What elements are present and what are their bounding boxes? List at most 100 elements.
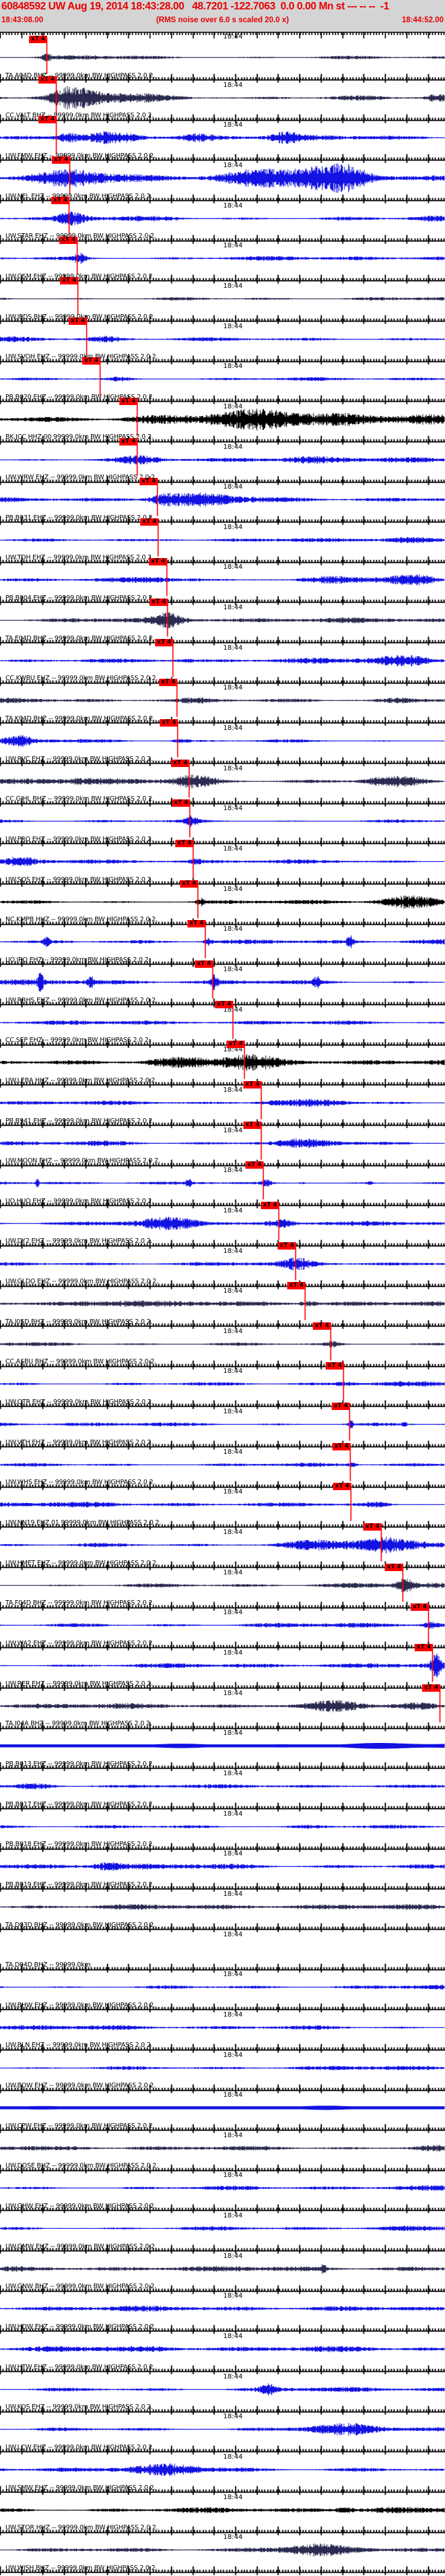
trace-row[interactable]: xT 4 18:44 PB.B941 EHZ -- 99999.0km BW HIG… [0,1080,445,1128]
trace-row[interactable]: xT 4 18:44 NC.KMPB HHZ -- 99999.0km BW HIG… [0,880,445,927]
pick-marker[interactable]: xT 4 [332,1403,350,1411]
pick-marker[interactable]: xT 4 [52,156,70,164]
trace-row[interactable]: xT 4 18:44 CC.GIHL BHZ -- 99999.0km BW HIG… [0,759,445,807]
trace-row[interactable]: xT 4 18:44 UW.SOS EHZ -- 99999.0km BW HIGH… [0,840,445,887]
pick-marker[interactable]: xT 4 [119,437,138,446]
trace-row[interactable]: xT 4 18:44 UW.WHS EHZ -- 99999.0km BW HIGH… [0,1442,445,1490]
trace-row[interactable]: 18:44 UW.LCW EHZ -- 99999.0km BW HIGHPASS… [0,2412,445,2455]
pick-marker[interactable]: xT 4 [60,276,78,284]
trace-row[interactable]: xT 4 18:44 PB.B004 EHZ -- 99999.0km BW HIG… [0,558,445,606]
pick-marker[interactable]: xT 4 [363,1523,382,1531]
pick-marker[interactable]: xT 4 [422,1684,440,1692]
pick-marker[interactable]: xT 4 [150,599,168,607]
pick-marker[interactable]: xT 4 [215,1000,233,1008]
trace-row[interactable]: xT 4 18:44 UW.NEL EHZ -- 99999.0km BW HIGH… [0,156,445,204]
pick-marker[interactable]: xT 4 [119,397,138,405]
pick-marker[interactable]: xT 4 [313,1322,331,1330]
pick-marker[interactable]: xT 4 [149,558,167,566]
trace-row[interactable]: xT 4 18:44 UW.VTH EHZ -- 99999.0km BW HIGH… [0,1403,445,1450]
trace-row[interactable]: 18:44 UW.SMW EHZ -- 99999.0km BW HIGHPASS… [0,2453,445,2495]
trace-row[interactable]: xT 4 18:44 CC.SEP EHZ -- 99999.0km BW HIGH… [0,1000,445,1048]
pick-marker[interactable]: xT 4 [159,679,177,687]
pick-marker[interactable]: xT 4 [175,840,194,847]
trace-row[interactable]: xT 4 TA.A04D BHZ -- 99999.0km BW HIGHPASS… [0,36,445,83]
trace-row[interactable]: xT 4 18:44 UW.FMW EHZ -- 99999.0km BW HIGH… [0,116,445,163]
trace-row[interactable]: xT 4 18:44 UW.TDH EHZ -- 99999.0km BW HIGH… [0,518,445,565]
trace-row[interactable]: xT 4 18:44 BK.JCC HHZ 00 99999.0km BW HIGH… [0,397,445,445]
pick-marker[interactable]: xT 4 [38,75,57,84]
trace-row[interactable]: xT 4 18:44 UW.RRHS EHZ -- 99999.0km BW HIG… [0,960,445,1008]
pick-marker[interactable]: xT 4 [243,1080,262,1088]
trace-row[interactable]: 18:44 UW.CPW EHZ -- 99999.0km BW HIGHPASS… [0,2091,445,2133]
pick-marker[interactable]: xT 4 [278,1241,296,1250]
pick-marker[interactable]: xT 4 [180,880,198,888]
trace-row[interactable]: xT 418:44UW.SVOH EHZ -- 99999.0km BW HIG… [0,317,445,365]
trace-row[interactable]: xT 4 18:44 UW.MOON EHZ -- 99999.0km BW HIG… [0,1121,445,1169]
trace-row[interactable]: xT 4 18:44 TA.K04D BHZ -- 99999.0km BW HIG… [0,679,445,727]
trace-row[interactable]: xT 4 18:44 UW.DY2 EHZ -- 99999.0km BW HIGH… [0,1201,445,1249]
pick-marker[interactable]: xT 4 [227,1041,245,1049]
trace-row[interactable]: xT 4 18:44 TA.E04D BHZ -- 99999.0km BW HIG… [0,599,445,646]
pick-marker[interactable]: xT 4 [171,759,189,767]
pick-marker[interactable]: xT 4 [195,960,213,968]
pick-marker[interactable]: xT 4 [69,317,87,325]
trace-row[interactable]: 18:44 PB.B019 EHZ -- 99999.0km BW HIGHPAS… [0,1849,445,1892]
trace-row[interactable]: 18:44 PB.B013 EHZ -- 99999.0km BW HIGHPAS… [0,1729,445,1771]
trace-row[interactable]: 18:44 UW.DOSE BHZ -- 99999.0km BW HIGHPAS… [0,2131,445,2174]
trace-row[interactable]: xT 4 18:44 UW.GSM EHZ -- 99999.0km BW HIGH… [0,237,445,284]
pick-marker[interactable]: xT 4 [245,1161,264,1169]
trace-row[interactable]: xT 4 18:44 UW.HMET EHZ -- 99999.0km BW HIG… [0,1523,445,1570]
pick-marker[interactable]: xT 4 [287,1282,305,1290]
trace-row[interactable]: xT 4 18:44 PB.B020 EHZ -- 99999.0km BW HIG… [0,357,445,404]
trace-row[interactable]: 18:44 UW.BOW EHZ -- 99999.0km BW HIGHPASS… [0,2051,445,2093]
pick-marker[interactable]: xT 4 [140,478,158,486]
trace-row[interactable]: xT 4 18:44 UW.LEBA HHZ -- 99999.0km BW HIG… [0,1041,445,1088]
pick-marker[interactable]: xT 4 [82,357,100,365]
trace-row[interactable]: 18:44 UW.BHW EHZ -- 99999.0km BW HIGHPASS… [0,1970,445,2013]
trace-row[interactable]: xT 4 18:44 UW.RER EHZ -- 99999.0km BW HIGH… [0,1644,445,1691]
pick-marker[interactable]: xT 4 [140,518,158,526]
trace-row[interactable]: xT 418:44UW.JEDS BHZ -- 99999.0km BW HIG… [0,276,445,324]
pick-marker[interactable]: xT 4 [160,719,178,727]
trace-row[interactable]: xT 4 18:44 UW.STAR EHZ -- 99999.0km BW HIG… [0,196,445,244]
trace-row[interactable]: xT 4 18:44 UW.WA2 EHZ -- 99999.0km BW HIGH… [0,1603,445,1651]
trace-row[interactable]: 18:44 UW.GHW EHZ -- 99999.0km BW HIGHPASS… [0,2171,445,2214]
trace-row[interactable]: 18:44 PB.B017 EHZ -- 99999.0km BW HIGHPAS… [0,1769,445,1812]
trace-row[interactable]: xT 4 18:44 UW.PRO EHZ -- 99999.0km BW HIGH… [0,799,445,847]
trace-row[interactable]: xT 4 18:44 TA.I04A BHZ -- 99999.0km BW HIG… [0,1684,445,1731]
trace-row[interactable]: xT 4 18:44 TA.I05D BHZ -- 99999.0km BW HIG… [0,1282,445,1329]
trace-row[interactable]: xT 4 18:44 UW.OTR EHZ -- 99999.0km BW HIGH… [0,1362,445,1410]
trace-row[interactable]: 18:44 UW.GNW BHZ -- 99999.0km BW HIGHPASS… [0,2252,445,2294]
trace-row[interactable]: xT 4 18:44 CC.VALT BHZ -- 99999.0km BW HIG… [0,75,445,123]
pick-marker[interactable]: xT 4 [172,799,190,807]
pick-marker[interactable]: xT 4 [51,196,69,204]
trace-row[interactable]: 18:44 TA.D03D BHZ -- 99999.0km BW HIGHPAS… [0,1890,445,1932]
trace-row[interactable]: 18:44 UW.STOR HHZ -- 99999.0km BW HIGHPAS… [0,2493,445,2536]
trace-row[interactable]: xT 4 18:44 UW.RVC EHZ -- 99999.0km BW HIGH… [0,719,445,766]
pick-marker[interactable]: xT 4 [415,1644,433,1651]
trace-row[interactable]: xT 4 18:44 UO.HUO EHZ -- 99999.0km BW HIGH… [0,1161,445,1208]
pick-marker[interactable]: xT 4 [243,1121,262,1129]
pick-marker[interactable]: xT 4 [29,36,47,43]
trace-row[interactable]: 18:44 UW.GMW EHZ -- 99999.0km BW HIGHPASS… [0,2211,445,2254]
pick-marker[interactable]: xT 4 [385,1563,403,1571]
pick-marker[interactable]: xT 4 [332,1442,351,1450]
pick-marker[interactable]: xT 4 [326,1362,344,1370]
trace-row[interactable]: 18:44 UW.HTW EHZ -- 99999.0km BW HIGHPASS… [0,2332,445,2374]
pick-marker[interactable]: xT 4 [411,1603,429,1612]
trace-row[interactable]: xT 4 18:44 UW.GLDO EHZ -- 99999.0km BW HIG… [0,1241,445,1289]
trace-row[interactable]: xT 4 18:44 CC.ASBU BHZ -- 99999.0km BW HIG… [0,1322,445,1370]
trace-row[interactable]: 18:44 UW.KOS EHZ -- 99999.0km BW HIGHPASS… [0,2372,445,2415]
pick-marker[interactable]: xT 4 [59,237,78,245]
trace-row[interactable]: xT 4 18:44 TA.F04D BHZ -- 99999.0km BW HIG… [0,1563,445,1611]
trace-row[interactable]: 18:44 PB.B018 EHZ -- 99999.0km BW HIGHPAS… [0,1810,445,1852]
pick-marker[interactable]: xT 4 [261,1201,279,1209]
trace-row[interactable]: 18:44 UW.WISH BHZ -- 99999.0km BW HIGHPAS… [0,2533,445,2575]
trace-row[interactable]: xT 4 18:44 CC.KWBU EHZ -- 99999.0km BW HIG… [0,638,445,686]
trace-row[interactable]: xT 4 18:44 UW.NN19 EHZ 01 99999.0km BW HIG… [0,1483,445,1531]
trace-row[interactable]: 18:44 TA.D04D BHZ -- 99999.0km [0,1930,445,1973]
trace-row[interactable]: xT 4 18:44 UW.WRW EHZ -- 99999.0km BW HIGH… [0,437,445,485]
trace-row[interactable]: 18:44 UW.BLN EHZ -- 99999.0km BW HIGHPASS… [0,2011,445,2053]
pick-marker[interactable]: xT 4 [333,1483,351,1491]
trace-row[interactable]: 18:44 UW.HDW EHZ -- 99999.0km BW HIGHPASS… [0,2292,445,2335]
